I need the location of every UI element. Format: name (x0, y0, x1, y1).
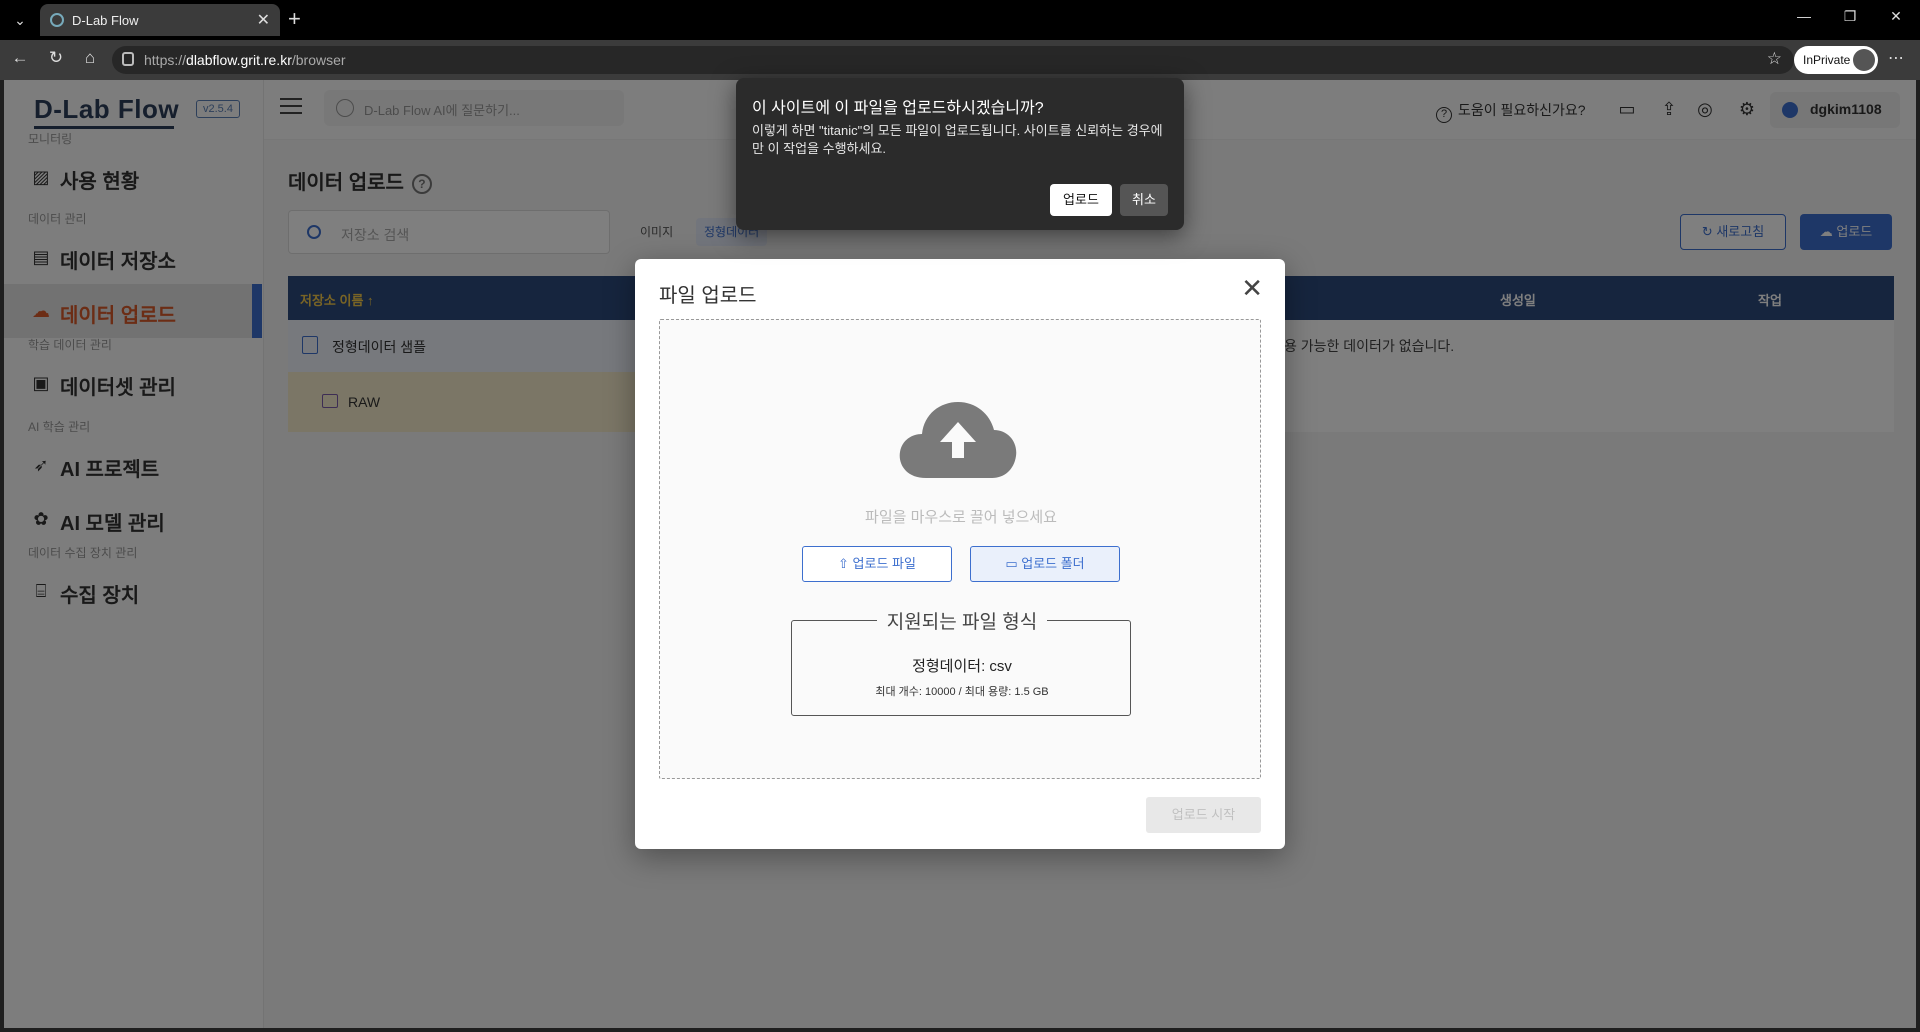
dialog-title: 파일 업로드 (659, 285, 757, 307)
inprivate-badge[interactable]: InPrivate (1794, 46, 1878, 74)
upload-file-button[interactable]: ⇧ 업로드 파일 (802, 546, 952, 582)
tab-favicon-icon (50, 13, 64, 27)
minimize-icon[interactable]: — (1792, 8, 1816, 24)
url-text: https://dlabflow.grit.re.kr/browser (144, 52, 346, 68)
file-upload-dialog: 파일 업로드 ✕ 파일을 마우스로 끌어 넣으세요 ⇧ 업로드 파일 ▭ 업로드… (635, 259, 1285, 849)
reload-icon[interactable]: ↻ (44, 48, 68, 68)
browser-menu-icon[interactable]: ⋯ (1888, 48, 1904, 68)
tab-close-icon[interactable]: ✕ (257, 10, 270, 30)
drop-zone[interactable]: 파일을 마우스로 끌어 넣으세요 ⇧ 업로드 파일 ▭ 업로드 폴더 지원되는 … (659, 319, 1261, 779)
drop-hint: 파일을 마우스로 끌어 넣으세요 (865, 509, 1057, 526)
formats-limit: 최대 개수: 10000 / 최대 용량: 1.5 GB (875, 686, 1049, 698)
window-close-icon[interactable]: ✕ (1884, 8, 1908, 25)
browser-tab[interactable]: D-Lab Flow ✕ (40, 4, 280, 36)
formats-title: 지원되는 파일 형식 (876, 612, 1048, 633)
url-field[interactable]: https://dlabflow.grit.re.kr/browser ☆ (112, 46, 1794, 74)
lock-icon (122, 52, 134, 66)
start-upload-button[interactable]: 업로드 시작 (1146, 797, 1261, 833)
home-icon[interactable]: ⌂ (78, 48, 102, 68)
confirm-body: 이렇게 하면 "titanic"의 모든 파일이 업로드됩니다. 사이트를 신뢰… (752, 123, 1163, 156)
supported-formats-box: 지원되는 파일 형식 정형데이터: csv 최대 개수: 10000 / 최대 … (791, 612, 1131, 716)
confirm-title: 이 사이트에 이 파일을 업로드하시겠습니까? (752, 100, 1044, 117)
profile-avatar (1853, 49, 1875, 71)
confirm-upload-button[interactable]: 업로드 (1050, 184, 1112, 216)
browser-tab-bar: ⌄ D-Lab Flow ✕ + — ❐ ✕ (0, 0, 1920, 40)
new-tab-icon[interactable]: + (288, 6, 301, 32)
upload-folder-button[interactable]: ▭ 업로드 폴더 (970, 546, 1120, 582)
restore-icon[interactable]: ❐ (1838, 8, 1862, 25)
back-icon[interactable]: ← (8, 48, 32, 68)
favorite-star-icon[interactable]: ☆ (1767, 49, 1782, 69)
close-icon[interactable]: ✕ (1241, 275, 1263, 301)
address-bar: ← ↻ ⌂ https://dlabflow.grit.re.kr/browse… (0, 40, 1920, 80)
confirm-cancel-button[interactable]: 취소 (1120, 184, 1168, 216)
formats-line: 정형데이터: csv (912, 658, 1012, 675)
tab-list-icon[interactable]: ⌄ (8, 8, 32, 32)
cloud-upload-icon (899, 402, 1017, 478)
browser-upload-confirm: 이 사이트에 이 파일을 업로드하시겠습니까? 이렇게 하면 "titanic"… (736, 78, 1184, 230)
tab-title: D-Lab Flow (72, 13, 139, 28)
